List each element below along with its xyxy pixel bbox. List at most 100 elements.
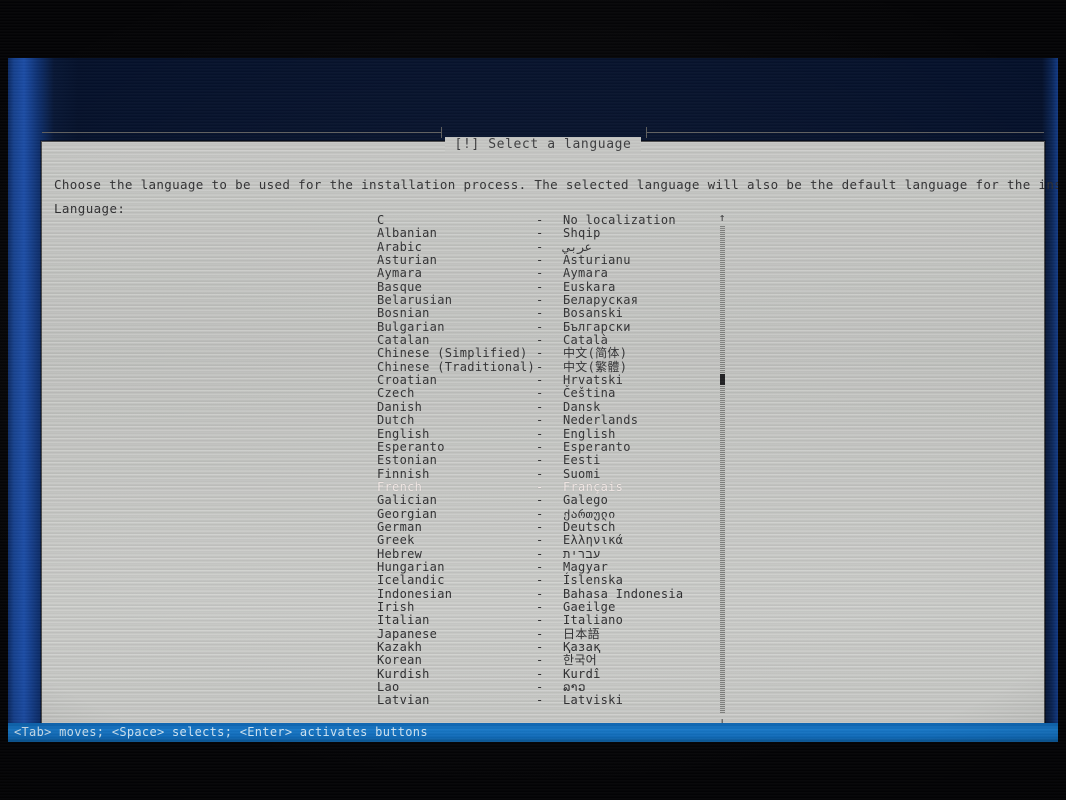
language-list-item[interactable]: Chinese (Traditional) - 中文(繁體) xyxy=(372,359,702,374)
installer-desktop-background: [!] Select a language Choose the languag… xyxy=(8,58,1066,757)
language-list-item[interactable]: Croatian - Hrvatski xyxy=(372,373,702,387)
title-divider-rule xyxy=(42,132,441,133)
language-list-item[interactable]: Galician - Galego xyxy=(372,493,702,508)
language-separator: - xyxy=(536,693,544,708)
monitor-bezel-right xyxy=(1058,0,1066,800)
language-list-item[interactable]: Finnish - Suomi xyxy=(372,466,702,481)
language-list-item[interactable]: Albanian - Shqip xyxy=(372,226,702,241)
language-separator: - xyxy=(536,399,544,414)
language-name-native: ქართული xyxy=(563,506,616,521)
language-list-item[interactable]: Danish - Dansk xyxy=(372,399,702,414)
language-list-item[interactable]: Asturian - Asturianu xyxy=(372,253,702,268)
language-name-native: Esperanto xyxy=(563,439,631,454)
language-name-native: Asturianu xyxy=(563,253,631,268)
language-separator: - xyxy=(536,359,544,374)
language-separator: - xyxy=(536,413,544,428)
language-list-item[interactable]: Italian - Italiano xyxy=(372,613,702,628)
language-separator: - xyxy=(536,226,544,241)
language-list-item[interactable]: Belarusian - Беларуская xyxy=(372,293,702,308)
language-list-item[interactable]: Hungarian - Magyar xyxy=(372,559,702,574)
language-separator: - xyxy=(536,279,544,294)
language-name-native: Íslenska xyxy=(563,573,624,588)
scroll-up-arrow-icon[interactable]: ↑ xyxy=(714,212,730,224)
language-name-native: Italiano xyxy=(563,613,624,628)
language-name-english: Dutch xyxy=(377,413,415,428)
language-list-item[interactable]: Korean - 한국어 xyxy=(372,653,702,668)
language-list-item[interactable]: Greek - Ελληνικά xyxy=(372,533,702,548)
language-list-item[interactable]: Bulgarian - Български xyxy=(372,320,702,334)
title-divider-tick xyxy=(440,127,442,138)
language-list-item[interactable]: German - Deutsch xyxy=(372,520,702,534)
language-list-item[interactable]: C - No localization xyxy=(372,214,702,227)
language-separator: - xyxy=(536,573,544,588)
language-name-native: Čeština xyxy=(563,386,616,401)
language-name-native: עברית xyxy=(563,546,601,561)
language-name-native: Ελληνικά xyxy=(563,533,624,548)
language-separator: - xyxy=(536,439,544,454)
language-name-english: Finnish xyxy=(377,466,430,481)
language-list[interactable]: C - No localization Albanian - Shqip Arabic - عر… xyxy=(372,214,702,726)
language-name-native: Nederlands xyxy=(563,413,639,428)
language-separator: - xyxy=(536,653,544,668)
language-name-english: Indonesian xyxy=(377,586,453,601)
scrollbar-track[interactable] xyxy=(720,226,725,714)
language-list-item[interactable]: Basque - Euskara xyxy=(372,279,702,294)
language-name-native: Қазақ xyxy=(563,640,601,654)
language-name-native: Français xyxy=(563,479,624,494)
language-separator: - xyxy=(536,239,544,254)
language-name-english: Georgian xyxy=(377,506,438,521)
language-list-item[interactable]: English - English xyxy=(372,427,702,441)
language-name-native: Euskara xyxy=(563,279,616,294)
language-list-item[interactable]: Dutch - Nederlands xyxy=(372,413,702,428)
language-list-item[interactable]: Czech - Čeština xyxy=(372,386,702,401)
language-list-item[interactable]: Kazakh - Қазақ xyxy=(372,640,702,654)
language-list-item[interactable]: Lao - ລາວ xyxy=(372,680,702,695)
language-list-item[interactable]: Arabic - عربي xyxy=(372,239,702,254)
language-separator: - xyxy=(536,533,544,548)
language-separator: - xyxy=(536,466,544,481)
select-language-dialog: [!] Select a language Choose the languag… xyxy=(41,127,1066,757)
language-list-item[interactable]: Hebrew - עברית xyxy=(372,546,702,561)
language-list-item[interactable]: Chinese (Simplified) - 中文(简体) xyxy=(372,346,702,361)
language-list-item[interactable]: Esperanto - Esperanto xyxy=(372,439,702,454)
language-separator: - xyxy=(536,214,544,227)
language-list-item[interactable]: Aymara - Aymara xyxy=(372,266,702,281)
language-separator: - xyxy=(536,546,544,561)
language-separator: - xyxy=(536,253,544,268)
language-name-native: 한국어 xyxy=(563,653,598,668)
language-name-native: Shqip xyxy=(563,226,601,241)
language-name-native: 中文(简体) xyxy=(563,346,628,361)
language-name-english: Czech xyxy=(377,386,415,401)
language-separator: - xyxy=(536,599,544,614)
keyboard-help-text: <Tab> moves; <Space> selects; <Enter> ac… xyxy=(14,725,428,739)
language-list-item[interactable]: Estonian - Eesti xyxy=(372,453,702,467)
language-name-english: Lao xyxy=(377,680,400,695)
language-separator: - xyxy=(536,493,544,508)
language-name-native: Kurdî xyxy=(563,666,601,681)
language-list-item[interactable]: Kurdish - Kurdî xyxy=(372,666,702,681)
language-separator: - xyxy=(536,559,544,574)
language-list-item[interactable]: Icelandic - Íslenska xyxy=(372,573,702,588)
title-divider-tick xyxy=(645,127,647,138)
language-name-english: Greek xyxy=(377,533,415,548)
language-name-english: Italian xyxy=(377,613,430,628)
language-name-english: Danish xyxy=(377,399,423,414)
language-list-item[interactable]: Japanese - 日本語 xyxy=(372,627,702,641)
language-list-item[interactable]: Bosnian - Bosanski xyxy=(372,307,702,321)
language-name-english: Albanian xyxy=(377,226,438,241)
scrollbar-thumb[interactable] xyxy=(720,373,725,385)
language-name-english: Hungarian xyxy=(377,559,445,574)
language-list-item[interactable]: Catalan - Català xyxy=(372,333,702,347)
language-name-native: Aymara xyxy=(563,266,609,281)
language-name-english: Kazakh xyxy=(377,640,423,654)
language-list-item[interactable]: Latvian - Latviski xyxy=(372,693,702,708)
language-list-item[interactable]: Irish - Gaeilge xyxy=(372,599,702,614)
language-separator: - xyxy=(536,386,544,401)
language-list-scrollbar[interactable]: ↑ ↓ xyxy=(714,212,730,728)
language-name-native: Bahasa Indonesia xyxy=(563,586,684,601)
language-list-item[interactable]: French - Français xyxy=(372,479,702,495)
language-list-item[interactable]: Georgian - ქართული xyxy=(372,506,702,521)
language-list-item[interactable]: Indonesian - Bahasa Indonesia xyxy=(372,586,702,601)
language-separator: - xyxy=(536,680,544,695)
language-name-native: Беларуская xyxy=(563,293,639,308)
